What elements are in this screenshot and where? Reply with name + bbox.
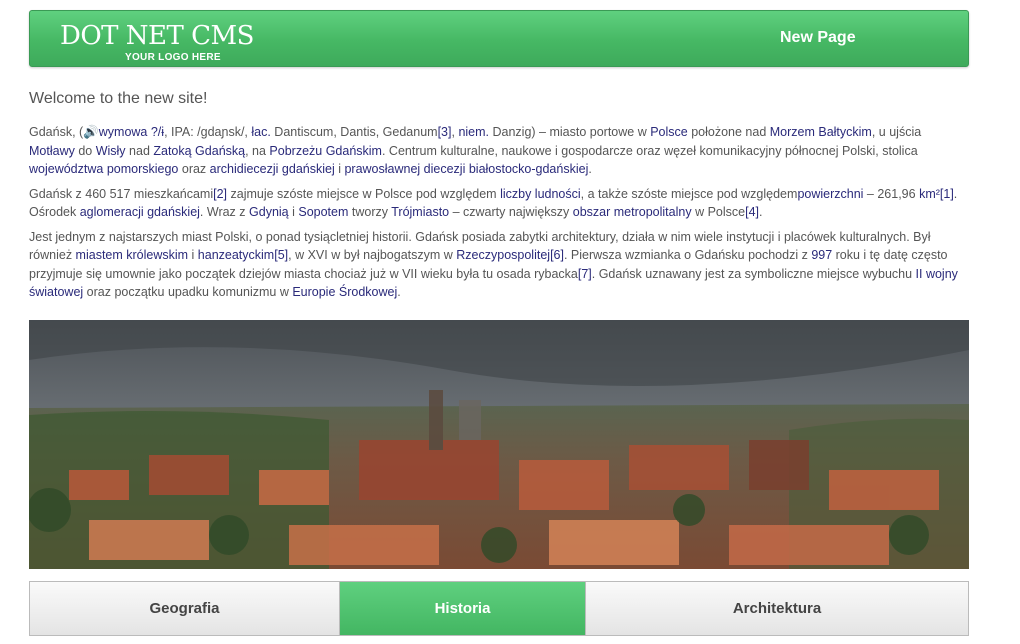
article-body: Gdańsk, (🔊wymowa ?/ɨ, IPA: /gdaɲsk/, łac… (29, 123, 969, 308)
article-text: w Polsce (691, 205, 746, 219)
tab-geografia[interactable]: Geografia (30, 582, 340, 635)
article-text: oraz początku upadku komunizmu w (83, 285, 293, 299)
article-link[interactable]: Rzeczypospolitej (456, 248, 550, 262)
article-link[interactable]: niem. (458, 125, 489, 139)
article-link[interactable]: [4] (745, 205, 759, 219)
speaker-icon[interactable]: 🔊 (83, 125, 99, 139)
article-link[interactable]: Motławy (29, 144, 75, 158)
tab-architektura[interactable]: Architektura (585, 582, 968, 635)
section-tabs: Geografia Historia Architektura (29, 581, 969, 636)
article-link[interactable]: Europie Środkowej (292, 285, 397, 299)
article-text: Gdańsk, ( (29, 125, 84, 139)
article-text: . (588, 162, 592, 176)
article-text: , w XVI w był najbogatszym w (288, 248, 457, 262)
article-text: położone nad (687, 125, 770, 139)
article-text: i (188, 248, 198, 262)
article-link[interactable]: [5] (274, 248, 288, 262)
article-text: , a także szóste miejsce pod względem (580, 186, 798, 201)
article-link[interactable]: prawosławnej diecezji białostocko-gdańsk… (344, 162, 588, 176)
article-link[interactable]: Zatoką Gdańską (153, 144, 245, 158)
article-link[interactable]: [7] (578, 267, 592, 281)
gdansk-panorama-image (29, 320, 969, 569)
article-link[interactable]: km² (919, 187, 940, 201)
article-text: . Centrum kulturalne, naukowe i gospodar… (381, 143, 918, 158)
nav-new-page-link[interactable]: New Page (780, 29, 856, 47)
article-link[interactable]: Morzem Bałtyckim (770, 125, 872, 139)
site-header: DOT NET CMS YOUR LOGO HERE New Page (29, 10, 969, 67)
article-link[interactable]: Gdynią (249, 205, 289, 219)
article-text: do (74, 143, 96, 158)
article-text: , u ujścia (871, 125, 922, 139)
article-text: , IPA: /gdaɲsk/, (164, 125, 252, 139)
article-link[interactable]: 997 (811, 248, 832, 262)
article-link[interactable]: Wisły (96, 144, 126, 158)
article-text: – 261,96 (863, 186, 920, 201)
site-logo[interactable]: DOT NET CMS (60, 23, 254, 49)
article-link[interactable]: województwa pomorskiego (29, 162, 178, 176)
article-text: . (397, 285, 401, 299)
tab-historia[interactable]: Historia (340, 582, 585, 635)
article-link[interactable]: wymowa ?/ɨ (99, 125, 164, 139)
article-link[interactable]: obszar metropolitalny (573, 205, 692, 219)
article-text: . Gdańsk uznawany jest za symboliczne mi… (591, 266, 916, 281)
article-text: i (288, 205, 299, 219)
article-text: oraz (178, 162, 210, 176)
article-link[interactable]: Trójmiasto (391, 205, 449, 219)
article-text: – czwarty największy (449, 205, 573, 219)
page-title: Welcome to the new site! (29, 90, 208, 107)
article-text: Dantiscum, Dantis, Gedanum (270, 125, 438, 139)
article-text: zajmuje szóste miejsce w Polsce pod wzgl… (227, 186, 501, 201)
article-text: Danzig) – miasto portowe w (489, 125, 651, 139)
article-text: . (759, 205, 763, 219)
article-link[interactable]: [2] (213, 187, 227, 201)
article-link[interactable]: [3] (438, 125, 452, 139)
article-paragraph-2: Gdańsk z 460 517 mieszkańcami[2] zajmuje… (29, 185, 969, 222)
article-link[interactable]: [6] (550, 248, 564, 262)
article-text: tworzy (348, 205, 392, 219)
article-text: Gdańsk z 460 517 mieszkańcami (29, 186, 214, 201)
article-link[interactable]: [1] (940, 187, 954, 201)
article-link[interactable]: liczby ludności (500, 187, 581, 201)
article-link[interactable]: łac. (251, 125, 270, 139)
article-link[interactable]: aglomeracji gdańskiej (80, 205, 200, 219)
article-text: , na (245, 143, 270, 158)
article-link[interactable]: Pobrzeżu Gdańskim (269, 144, 382, 158)
article-link[interactable]: Polsce (650, 125, 688, 139)
article-paragraph-1: Gdańsk, (🔊wymowa ?/ɨ, IPA: /gdaɲsk/, łac… (29, 123, 969, 179)
article-text: i (334, 162, 345, 176)
article-link[interactable]: Sopotem (298, 205, 348, 219)
article-text: nad (125, 143, 154, 158)
article-text: . Wraz z (199, 205, 250, 219)
article-link[interactable]: archidiecezji gdańskiej (210, 162, 335, 176)
article-link[interactable]: powierzchni (797, 187, 863, 201)
article-link[interactable]: hanzeatyckim (198, 248, 274, 262)
logo-tagline: YOUR LOGO HERE (125, 52, 221, 63)
article-link[interactable]: miastem królewskim (76, 248, 189, 262)
article-paragraph-3: Jest jednym z najstarszych miast Polski,… (29, 228, 969, 302)
article-text: . Pierwsza wzmianka o Gdańsku pochodzi z (563, 248, 812, 262)
